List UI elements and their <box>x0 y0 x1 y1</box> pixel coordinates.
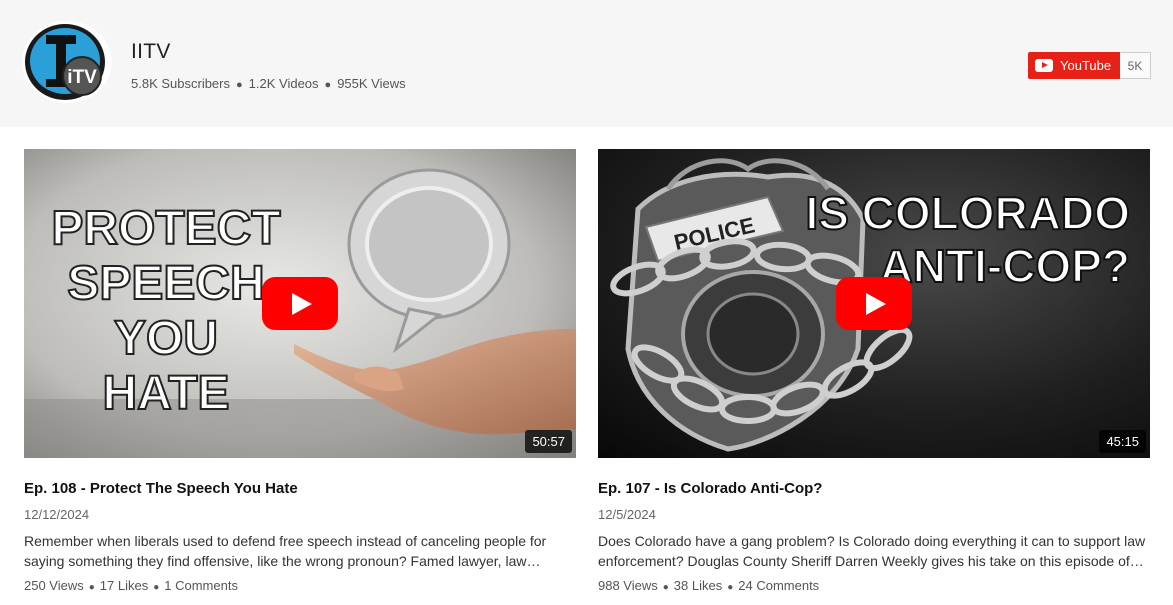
thumb-line: YOU <box>114 312 218 365</box>
video-title[interactable]: Ep. 108 - Protect The Speech You Hate <box>24 480 576 497</box>
separator-dot: ● <box>324 79 332 91</box>
youtube-subscribe-button[interactable]: YouTube <box>1028 52 1120 79</box>
play-button-icon[interactable] <box>836 277 912 330</box>
video-title[interactable]: Ep. 107 - Is Colorado Anti-Cop? <box>598 480 1150 497</box>
video-likes: 17 Likes <box>99 578 149 593</box>
channel-header: iTV IITV 5.8K Subscribers ● 1.2K Videos ● 95… <box>0 0 1173 127</box>
separator-dot: ● <box>727 582 734 593</box>
video-likes: 38 Likes <box>673 578 723 593</box>
separator-dot: ● <box>153 582 160 593</box>
video-description: Does Colorado have a gang problem? Is Co… <box>598 533 1146 569</box>
video-meta: 250 Views ● 17 Likes ● 1 Comments <box>24 578 576 593</box>
video-description: Remember when liberals used to defend fr… <box>24 533 547 569</box>
view-count: 955K Views <box>337 76 406 91</box>
youtube-label: YouTube <box>1060 58 1112 73</box>
video-duration: 50:57 <box>525 430 572 453</box>
video-date: 12/12/2024 <box>24 507 90 522</box>
thumb-line: PROTECT <box>51 202 280 255</box>
thumb-line: SPEECH <box>67 257 264 310</box>
separator-dot: ● <box>88 582 95 593</box>
channel-name[interactable]: IITV <box>131 40 171 64</box>
thumb-line: HATE <box>102 367 229 420</box>
svg-text:iTV: iTV <box>67 67 97 88</box>
channel-stats: 5.8K Subscribers ● 1.2K Videos ● 955K Views <box>131 76 406 91</box>
youtube-subscriber-count: 5K <box>1120 52 1151 79</box>
video-duration: 45:15 <box>1099 430 1146 453</box>
video-thumbnail[interactable]: POLICE IS COLORADO ANTI-COP? 45:15 <box>598 149 1150 458</box>
video-views: 250 Views <box>24 578 84 593</box>
video-count: 1.2K Videos <box>248 76 319 91</box>
video-comments: 1 Comments <box>164 578 238 593</box>
iitv-logo-icon: iTV <box>25 24 105 100</box>
thumb-line: ANTI-COP? <box>880 240 1130 292</box>
video-meta: 988 Views ● 38 Likes ● 24 Comments <box>598 578 1150 593</box>
video-card: PROTECT SPEECH YOU HATE 50:57 Ep. 108 - … <box>24 149 576 593</box>
separator-dot: ● <box>236 79 243 91</box>
channel-avatar[interactable]: iTV <box>22 21 112 103</box>
separator-dot: ● <box>662 582 669 593</box>
video-comments: 24 Comments <box>738 578 820 593</box>
video-date: 12/5/2024 <box>598 507 656 522</box>
subscriber-count: 5.8K Subscribers <box>131 76 230 91</box>
video-thumbnail[interactable]: PROTECT SPEECH YOU HATE 50:57 <box>24 149 576 458</box>
video-views: 988 Views <box>598 578 658 593</box>
thumb-line: IS COLORADO <box>805 187 1130 239</box>
youtube-play-icon <box>1035 59 1053 72</box>
play-button-icon[interactable] <box>262 277 338 330</box>
video-card: POLICE IS COLORADO ANTI-COP? 45:15 Ep. 1… <box>598 149 1150 593</box>
youtube-subscribe-widget: YouTube 5K <box>1028 52 1151 79</box>
